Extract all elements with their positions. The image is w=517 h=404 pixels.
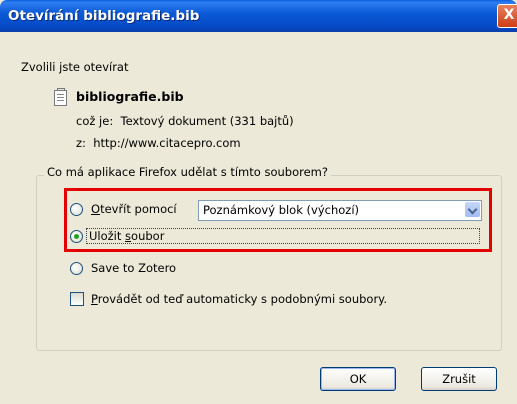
open-with-text: tevřít pomocí — [100, 202, 177, 216]
auto-handle-text: rovádět od teď automaticky s podobnými s… — [97, 292, 388, 306]
text-file-icon — [54, 88, 67, 106]
dialog-window: Otevírání bibliografie.bib X Zvolili jst… — [0, 0, 517, 404]
open-with-label[interactable]: Otevřít pomocí — [91, 202, 177, 216]
chevron-down-icon[interactable] — [465, 202, 480, 217]
file-source-row: z: http://www.citacepro.com — [76, 136, 241, 150]
save-to-zotero-radio[interactable] — [70, 262, 83, 275]
close-button[interactable]: X — [497, 4, 517, 28]
ok-button[interactable]: OK — [320, 367, 396, 391]
file-source-label: z: — [76, 136, 86, 150]
save-to-zotero-label[interactable]: Save to Zotero — [91, 261, 176, 275]
cancel-button[interactable]: Zrušit — [421, 367, 497, 391]
auto-handle-accesskey: P — [91, 292, 98, 306]
save-file-text-pre: Uložit — [89, 229, 126, 243]
save-file-text-rest: oubor — [131, 229, 165, 243]
auto-handle-label[interactable]: Provádět od teď automaticky s podobnými … — [91, 292, 387, 306]
application-select[interactable]: Poznámkový blok (výchozí) — [198, 200, 482, 221]
file-name: bibliografie.bib — [76, 89, 184, 104]
auto-handle-checkbox[interactable] — [70, 292, 84, 306]
file-type-row: což je: Textový dokument (331 bajtů) — [76, 114, 294, 128]
application-select-value: Poznámkový blok (výchozí) — [203, 203, 359, 217]
dialog-title: Otevírání bibliografie.bib — [8, 8, 200, 24]
file-type-label: což je: — [76, 114, 114, 128]
save-file-radio[interactable] — [70, 230, 83, 243]
open-with-radio[interactable] — [70, 203, 83, 216]
file-source-value: http://www.citacepro.com — [93, 136, 241, 150]
save-file-label[interactable]: Uložit soubor — [89, 229, 164, 243]
title-bar[interactable]: Otevírání bibliografie.bib X — [0, 0, 517, 32]
action-question: Co má aplikace Firefox udělat s tímto so… — [44, 165, 331, 179]
open-with-accesskey: O — [91, 202, 101, 216]
file-type-value: Textový dokument (331 bajtů) — [120, 114, 294, 128]
intro-text: Zvolili jste otevírat — [21, 60, 129, 74]
